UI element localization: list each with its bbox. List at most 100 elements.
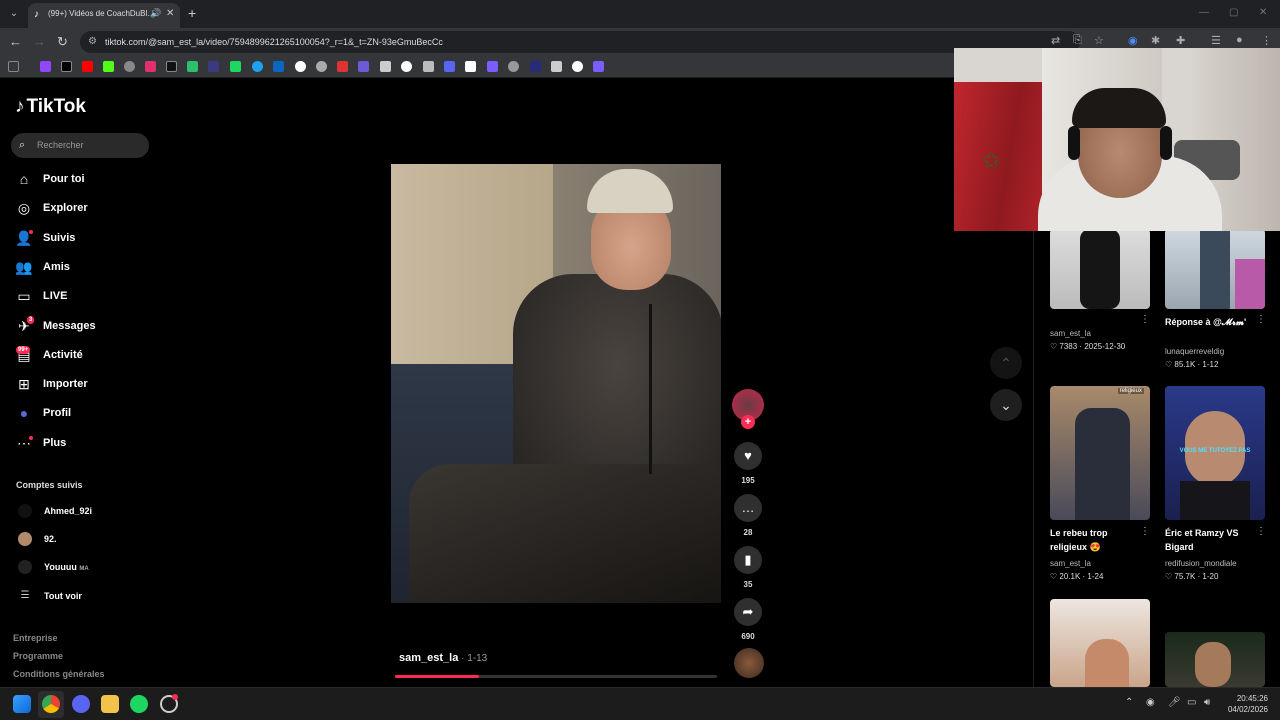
new-tab-button[interactable]: + [188, 5, 196, 21]
address-bar[interactable]: ⚙ tiktok.com/@sam_est_la/video/759489962… [80, 31, 1080, 53]
next-video-button[interactable]: ⌄ [990, 389, 1022, 421]
related-title[interactable]: Éric et Ramzy VS Bigard [1165, 526, 1255, 554]
related-title[interactable]: Le rebeu trop religieux 😍 [1050, 526, 1140, 554]
nav-item-activite[interactable]: ▤ 99+ Activité [15, 346, 165, 368]
bookmark-icon-24[interactable] [530, 61, 541, 72]
footer-link-entreprise[interactable]: Entreprise [13, 633, 58, 643]
tiktok-bookmark-icon[interactable] [166, 61, 177, 72]
video-progress-bar[interactable] [395, 675, 717, 678]
bookmark-icon-26[interactable] [572, 61, 583, 72]
more-options-icon[interactable]: ⋮ [1256, 314, 1266, 325]
related-author[interactable]: lunaquerreveldig [1165, 347, 1224, 356]
system-clock[interactable]: 20:45:26 04/02/2026 [1224, 693, 1268, 715]
related-thumbnail[interactable] [1050, 229, 1150, 309]
more-options-icon[interactable]: ⋮ [1140, 314, 1150, 325]
chrome-menu-icon[interactable]: ⋮ [1261, 34, 1272, 47]
web-bookmark-icon[interactable] [124, 61, 135, 72]
tiktok-logo[interactable]: ♪ TikTok [15, 96, 86, 118]
minimize-button[interactable]: — [1199, 7, 1209, 18]
comment-button[interactable]: … [734, 494, 762, 522]
save-button[interactable]: ▮ [734, 546, 762, 574]
bookmark-icon-17[interactable] [380, 61, 391, 72]
related-author[interactable]: sam_est_la [1050, 559, 1091, 568]
related-thumbnail[interactable]: VOUS ME TUTOYEZ PAS [1165, 386, 1265, 520]
discord-icon[interactable] [72, 695, 90, 713]
bookmark-icon-16[interactable] [358, 61, 369, 72]
close-window-button[interactable]: ✕ [1259, 7, 1267, 18]
bookmark-icon-9[interactable] [208, 61, 219, 72]
back-button[interactable]: ← [9, 34, 22, 49]
extensions-puzzle-icon[interactable]: ✚ [1176, 34, 1185, 47]
related-author[interactable]: sam_est_la [1050, 329, 1091, 338]
file-explorer-icon[interactable] [101, 695, 119, 713]
tab-search-button[interactable]: ⌄ [6, 6, 22, 22]
following-item[interactable]: Ahmed_92i [16, 503, 156, 521]
bookmark-icon-20[interactable] [444, 61, 455, 72]
nav-item-amis[interactable]: 👥 Amis [15, 258, 165, 280]
like-button[interactable]: ♥ [734, 442, 762, 470]
see-all-following[interactable]: ☰ Tout voir [16, 588, 156, 606]
bookmark-icon-19[interactable] [423, 61, 434, 72]
following-item[interactable]: 92. [16, 531, 156, 549]
extension-icon-2[interactable]: ✱ [1151, 34, 1160, 47]
bookmark-icon-10[interactable] [230, 61, 241, 72]
show-hidden-icons[interactable]: ⌃ [1125, 697, 1133, 708]
bookmark-icon-11[interactable] [252, 61, 263, 72]
info-bookmark-icon[interactable] [295, 61, 306, 72]
x-bookmark-icon[interactable] [61, 61, 72, 72]
site-info-icon[interactable]: ⚙ [88, 36, 97, 47]
nav-item-profil[interactable]: ● Profil [15, 404, 165, 426]
translate-icon[interactable]: ⇄ [1051, 34, 1060, 47]
windows-start-icon[interactable] [13, 695, 31, 713]
close-tab-icon[interactable]: ✕ [166, 8, 174, 19]
bookmark-icon-27[interactable] [593, 61, 604, 72]
extension-icon[interactable]: ◉ [1128, 34, 1138, 47]
volume-icon[interactable]: 🔊︎ [1204, 697, 1210, 708]
microphone-icon[interactable]: 🎤︎ [1168, 697, 1181, 708]
following-item[interactable]: Youuuu MA [16, 559, 156, 577]
related-thumbnail[interactable] [1165, 632, 1265, 687]
instagram-bookmark-icon[interactable] [145, 61, 156, 72]
apps-grid-icon[interactable] [8, 61, 19, 72]
nav-item-plus[interactable]: ⋯ Plus [15, 434, 165, 456]
sound-disc[interactable] [734, 648, 764, 678]
maximize-button[interactable]: ▢ [1229, 7, 1238, 18]
related-author[interactable]: redifusion_mondiale [1165, 559, 1237, 568]
discord-tray-icon[interactable]: ◉ [1146, 697, 1155, 708]
bookmark-icon-15[interactable] [337, 61, 348, 72]
bookmark-icon-14[interactable] [316, 61, 327, 72]
footer-link-conditions[interactable]: Conditions générales [13, 669, 105, 679]
search-input[interactable]: ⌕ Rechercher [11, 133, 149, 158]
previous-video-button[interactable]: ⌃ [990, 347, 1022, 379]
related-thumbnail[interactable] [1165, 229, 1265, 309]
more-options-icon[interactable]: ⋮ [1256, 526, 1266, 537]
bookmark-icon-21[interactable] [465, 61, 476, 72]
nav-item-importer[interactable]: ⊞ Importer [15, 375, 165, 397]
nav-item-live[interactable]: ▭ LIVE [15, 287, 165, 309]
network-icon[interactable]: ▭ [1187, 697, 1196, 708]
related-title[interactable]: Réponse à @𝓜𝓻𝓶' [1165, 315, 1255, 329]
reload-button[interactable]: ↻ [57, 34, 68, 50]
twitch-bookmark-icon[interactable] [40, 61, 51, 72]
install-icon[interactable]: ⎘ [1073, 34, 1082, 47]
bookmark-icon-8[interactable] [187, 61, 198, 72]
related-thumbnail[interactable] [1050, 599, 1150, 687]
related-thumbnail[interactable]: religieux [1050, 386, 1150, 520]
video-author[interactable]: sam_est_la · 1-13 [399, 652, 487, 664]
nav-item-explorer[interactable]: ◎ Explorer [15, 199, 165, 221]
speaker-icon[interactable]: 🔊 [150, 8, 161, 19]
bookmark-icon-18[interactable] [401, 61, 412, 72]
video-player[interactable] [391, 164, 721, 603]
reading-list-icon[interactable]: ☰ [1211, 34, 1221, 47]
linkedin-bookmark-icon[interactable] [273, 61, 284, 72]
spotify-icon[interactable] [130, 695, 148, 713]
browser-tab-active[interactable]: ♪ (99+) Vidéos de CoachDuBl… 🔊 ✕ [28, 3, 180, 28]
nav-item-pour-toi[interactable]: ⌂ Pour toi [15, 170, 165, 192]
chrome-icon[interactable] [42, 695, 60, 713]
nav-item-messages[interactable]: ✈ 3 Messages [15, 316, 165, 339]
forward-button[interactable]: → [33, 34, 46, 49]
footer-link-programme[interactable]: Programme [13, 651, 63, 661]
bookmark-icon-23[interactable] [508, 61, 519, 72]
profile-avatar-icon[interactable]: ● [1236, 34, 1243, 46]
more-options-icon[interactable]: ⋮ [1140, 526, 1150, 537]
